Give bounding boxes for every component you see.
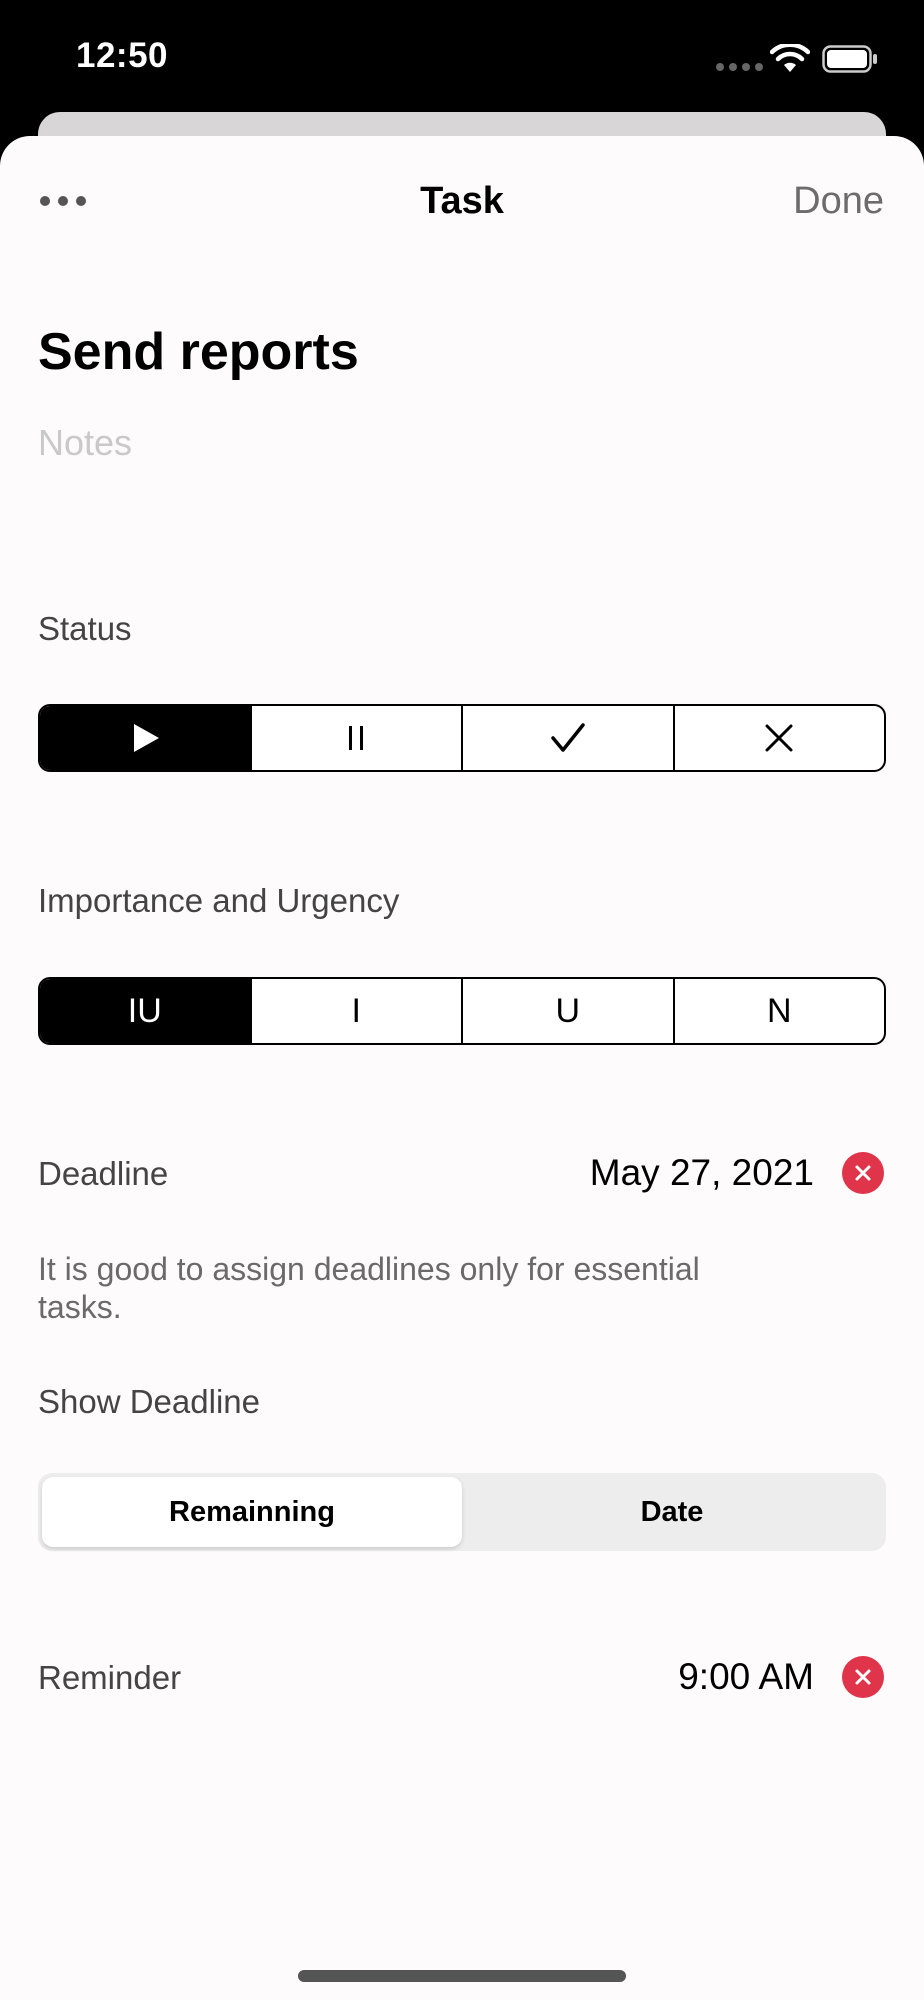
task-sheet: [0, 136, 924, 2000]
play-icon: [133, 724, 159, 752]
status-option-in-progress[interactable]: [40, 706, 250, 770]
importance-segmented-control: IU I U N: [38, 977, 886, 1045]
importance-label: Importance and Urgency: [38, 882, 400, 919]
home-indicator[interactable]: [298, 1970, 626, 1982]
battery-icon: [822, 45, 877, 73]
deadline-hint: It is good to assign deadlines only for …: [38, 1251, 700, 1325]
status-option-cancelled[interactable]: [672, 706, 885, 770]
wifi-icon: [770, 44, 810, 72]
deadline-label: Deadline: [38, 1155, 169, 1192]
show-deadline-control: Remainning Date: [38, 1473, 886, 1551]
importance-option-iu[interactable]: IU: [40, 979, 250, 1043]
show-deadline-date-option[interactable]: Date: [462, 1477, 882, 1547]
clear-deadline-icon[interactable]: [842, 1152, 884, 1194]
importance-option-n[interactable]: N: [672, 979, 885, 1043]
show-deadline-remaining-option[interactable]: Remainning: [42, 1477, 462, 1547]
clear-reminder-icon[interactable]: [842, 1656, 884, 1698]
status-label: Status: [38, 610, 132, 647]
nav-title: Task: [420, 180, 504, 222]
done-button[interactable]: Done: [793, 180, 884, 223]
status-option-done[interactable]: [461, 706, 673, 770]
importance-option-i[interactable]: I: [249, 979, 462, 1043]
xmark-icon: [765, 724, 793, 752]
show-deadline-label: Show Deadline: [38, 1383, 260, 1420]
deadline-value[interactable]: May 27, 2021: [590, 1152, 814, 1194]
status-option-paused[interactable]: [249, 706, 462, 770]
notes-field[interactable]: [38, 418, 878, 468]
status-bar: 12:50: [0, 0, 924, 112]
cellular-signal-icon: [716, 63, 763, 71]
checkmark-icon: [551, 723, 585, 752]
status-time: 12:50: [76, 36, 169, 75]
status-segmented-control: [38, 704, 886, 772]
reminder-value[interactable]: 9:00 AM: [678, 1656, 814, 1698]
reminder-label: Reminder: [38, 1659, 182, 1696]
importance-option-u[interactable]: U: [461, 979, 673, 1043]
task-title[interactable]: Send reports: [38, 322, 359, 382]
pause-icon: [349, 726, 364, 750]
